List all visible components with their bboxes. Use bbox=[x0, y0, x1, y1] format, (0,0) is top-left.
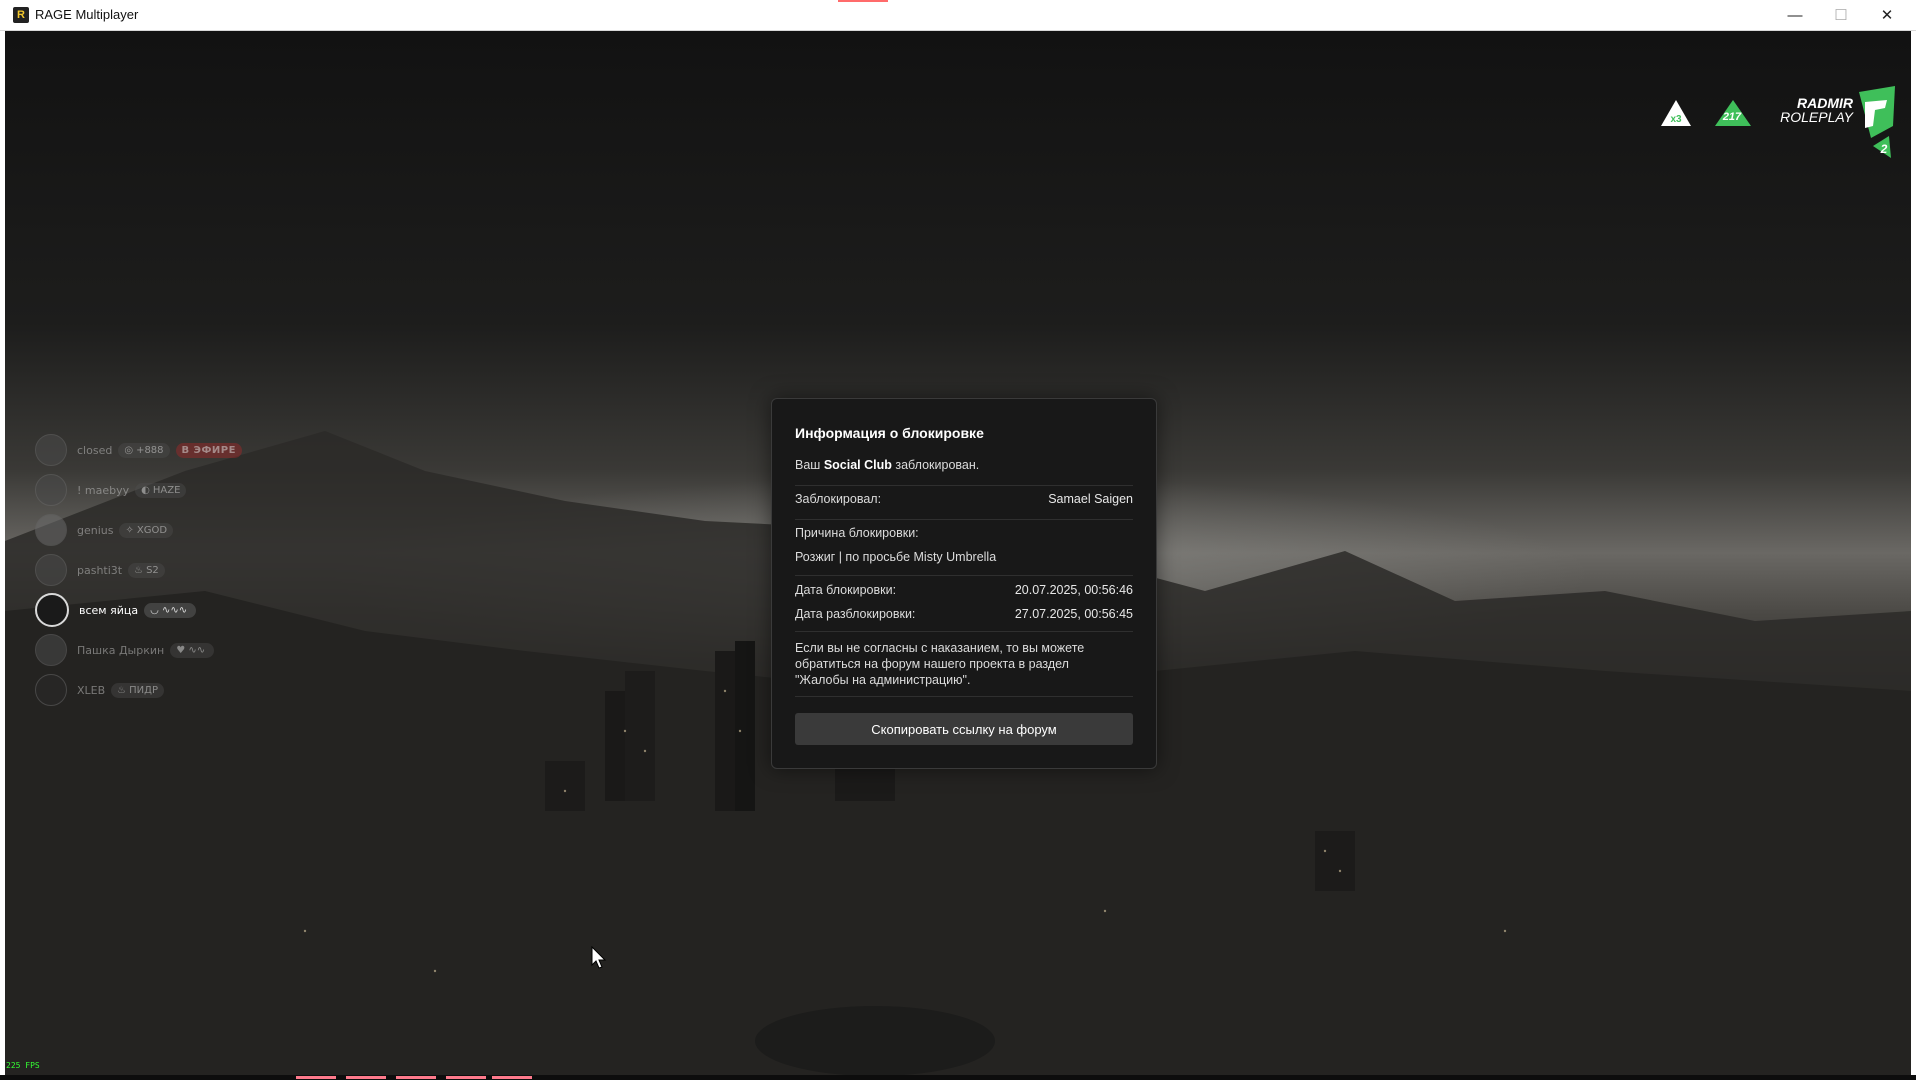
streamer-tag: ♨ ПИДР bbox=[111, 682, 164, 698]
blocked-by-label: Заблокировал: bbox=[795, 492, 882, 506]
streamer-item[interactable]: XLEB ♨ ПИДР bbox=[35, 674, 242, 706]
streamer-name: pashti3t bbox=[77, 563, 123, 577]
appeal-text: Если вы не согласны с наказанием, то вы … bbox=[795, 641, 1085, 687]
streamer-name: XLEB bbox=[77, 683, 106, 697]
titlebar-accent bbox=[838, 0, 888, 2]
taskbar-indicator bbox=[346, 1076, 386, 1079]
unban-date-row: Дата разблокировки: 27.07.2025, 00:56:45 bbox=[795, 607, 1133, 621]
svg-text:2: 2 bbox=[1880, 142, 1888, 156]
streamer-name: genius bbox=[77, 523, 114, 537]
eye-icon: ◎ bbox=[124, 444, 134, 456]
streamer-tag: ◡ ∿∿∿ bbox=[144, 602, 197, 618]
maximize-button[interactable]: ☐ bbox=[1818, 0, 1864, 30]
close-button[interactable]: ✕ bbox=[1864, 0, 1910, 30]
multiplier-icon: x3 bbox=[1661, 100, 1691, 126]
streamer-tag: ◐ HAZE bbox=[135, 482, 187, 498]
streamer-name: closed bbox=[77, 443, 113, 457]
reason-label: Причина блокировки: bbox=[795, 526, 919, 540]
ban-date-label: Дата блокировки: bbox=[795, 583, 897, 597]
game-viewport[interactable]: closed ◎ +888 В ЭФИРЕ ! maebyy ◐ HAZE geni… bbox=[5, 31, 1911, 1075]
streamer-tag: ♥ ∿∿ bbox=[170, 642, 215, 658]
streamer-avatar bbox=[35, 674, 67, 706]
shield-icon: ◐ bbox=[141, 484, 150, 496]
taskbar-indicator bbox=[396, 1076, 436, 1079]
ban-info-modal: Информация о блокировке Ваш Social Club … bbox=[771, 398, 1157, 769]
streamer-item[interactable]: ! maebyy ◐ HAZE bbox=[35, 474, 242, 506]
rage-app-icon: R bbox=[13, 7, 29, 23]
brand-line2: ROLEPLAY bbox=[1780, 109, 1853, 125]
account-blocked-text: Ваш Social Club заблокирован. bbox=[795, 458, 980, 472]
live-badge: В ЭФИРЕ bbox=[175, 442, 242, 458]
streamer-tag: ◎ +888 bbox=[118, 442, 170, 458]
flame-icon: ♨ bbox=[134, 564, 144, 576]
divider bbox=[795, 575, 1133, 576]
streamer-tag: ✧ XGOD bbox=[119, 522, 174, 538]
streamer-item[interactable]: Пашка Дыркин ♥ ∿∿ bbox=[35, 634, 242, 666]
heart-icon: ♥ ∿∿ bbox=[176, 644, 206, 656]
divider bbox=[795, 485, 1133, 486]
streamer-item[interactable]: всем яйца ◡ ∿∿∿ bbox=[35, 593, 242, 627]
signature-icon: ◡ ∿∿∿ bbox=[150, 604, 188, 616]
fps-counter: 225 FPS bbox=[6, 1061, 40, 1070]
streamer-avatar bbox=[35, 434, 67, 466]
streamer-name: Пашка Дыркин bbox=[77, 643, 165, 657]
star-icon: ✧ bbox=[125, 524, 134, 536]
taskbar-indicator bbox=[296, 1076, 336, 1079]
divider bbox=[795, 631, 1133, 632]
divider bbox=[795, 519, 1133, 520]
streamer-avatar bbox=[35, 514, 67, 546]
streamer-name: ! maebyy bbox=[77, 483, 130, 497]
streamer-name: всем яйца bbox=[79, 603, 139, 617]
streamer-item[interactable]: closed ◎ +888 В ЭФИРЕ bbox=[35, 434, 242, 466]
blocked-by-value: Samael Saigen bbox=[1048, 492, 1133, 506]
unban-date-value: 27.07.2025, 00:56:45 bbox=[1014, 607, 1133, 621]
window-title: RAGE Multiplayer bbox=[35, 7, 139, 22]
radmir-logo-icon: 2 bbox=[1859, 86, 1895, 158]
taskbar-indicator bbox=[492, 1076, 532, 1079]
copy-forum-link-button[interactable]: Скопировать ссылку на форум bbox=[795, 713, 1133, 745]
minimize-button[interactable]: — bbox=[1772, 0, 1818, 30]
mouse-cursor-icon bbox=[591, 946, 607, 969]
flame-icon: ♨ bbox=[117, 684, 127, 696]
window-titlebar: R RAGE Multiplayer — ☐ ✕ bbox=[0, 0, 1916, 31]
streamer-avatar bbox=[35, 634, 67, 666]
taskbar-indicator bbox=[446, 1076, 486, 1079]
online-players-icon: 217 bbox=[1715, 100, 1751, 126]
svg-text:x3: x3 bbox=[1670, 114, 1682, 125]
streamers-list: closed ◎ +888 В ЭФИРЕ ! maebyy ◐ HAZE geni… bbox=[35, 434, 242, 715]
brand-line1: RADMIR bbox=[1797, 95, 1853, 111]
server-branding: x3 217 RADMIR ROLEPLAY 2 bbox=[1655, 86, 1895, 166]
streamer-avatar bbox=[35, 593, 69, 627]
unban-date-label: Дата разблокировки: bbox=[795, 607, 916, 621]
divider bbox=[795, 696, 1133, 697]
brand-text: RADMIR ROLEPLAY bbox=[1767, 96, 1853, 124]
svg-text:217: 217 bbox=[1722, 111, 1742, 123]
ban-date-value: 20.07.2025, 00:56:46 bbox=[1014, 583, 1133, 597]
reason-value: Розжиг | по просьбе Misty Umbrella bbox=[795, 550, 997, 564]
streamer-item[interactable]: genius ✧ XGOD bbox=[35, 514, 242, 546]
ban-date-row: Дата блокировки: 20.07.2025, 00:56:46 bbox=[795, 583, 1133, 597]
modal-title: Информация о блокировке bbox=[795, 425, 984, 441]
streamer-avatar bbox=[35, 474, 67, 506]
streamer-item[interactable]: pashti3t ♨ S2 bbox=[35, 554, 242, 586]
streamer-avatar bbox=[35, 554, 67, 586]
blocked-by-row: Заблокировал: Samael Saigen bbox=[795, 492, 1133, 506]
window-right-border bbox=[1911, 31, 1916, 1075]
streamer-tag: ♨ S2 bbox=[128, 562, 165, 578]
